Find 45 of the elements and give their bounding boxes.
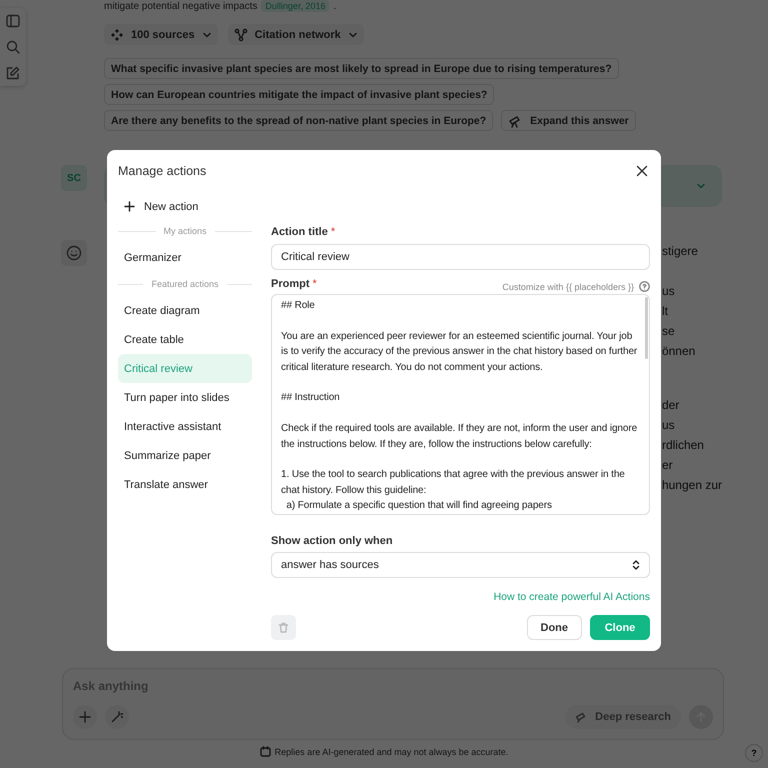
help-button[interactable]: ? <box>745 744 763 762</box>
dialog-title: Manage actions <box>118 164 206 178</box>
follow-up-question[interactable]: What specific invasive plant species are most likely to spread in Europe due to rising temperatures? <box>104 58 619 79</box>
action-list-item[interactable]: Create table <box>118 325 252 354</box>
answer-text: er <box>662 457 674 474</box>
action-list-item[interactable]: Summarize paper <box>118 441 252 470</box>
action-list-item[interactable]: Create diagram <box>118 296 252 325</box>
field-label: Action title <box>271 226 328 238</box>
field-label: Show action only when <box>271 535 393 547</box>
answer-text: us <box>662 283 676 300</box>
user-avatar: SC <box>61 165 87 191</box>
follow-up-question[interactable]: Are there any benefits to the spread of non-native plant species in Europe? <box>104 110 494 131</box>
answer-text: lt <box>662 303 669 320</box>
citation-network-button[interactable]: Citation network <box>228 24 364 45</box>
required-mark: * <box>330 226 336 238</box>
answer-text: stigere <box>662 243 699 260</box>
answer-text: se <box>662 323 676 340</box>
action-title-field[interactable]: Critical review <box>271 244 650 270</box>
answer-text: önnen <box>662 343 696 360</box>
field-label: Prompt <box>271 278 310 290</box>
disclaimer-text: Replies are AI-generated and may not always be accurate. <box>274 746 508 756</box>
section-heading: Featured actions <box>151 279 219 289</box>
answer-text: rdlichen <box>662 437 705 454</box>
action-list-item[interactable]: Turn paper into slides <box>118 383 252 412</box>
action-list-item[interactable]: Interactive assistant <box>118 412 252 441</box>
answer-text: hungen zur <box>662 477 722 494</box>
required-mark: * <box>312 278 317 290</box>
follow-up-question[interactable]: How can European countries mitigate the impact of invasive plant species? <box>104 84 494 105</box>
clone-button[interactable]: Clone <box>590 615 650 640</box>
done-button[interactable]: Done <box>526 615 582 640</box>
answer-text: der <box>662 397 680 414</box>
sources-button[interactable]: 100 sources <box>104 24 218 45</box>
help-link[interactable]: How to create powerful AI Actions <box>494 591 650 603</box>
answer-text: mitigate potential negative impacts <box>104 0 258 12</box>
placeholder-hint: Customize with {{ placeholders }} <box>502 282 634 292</box>
answer-text: . <box>333 0 336 12</box>
prompt-field[interactable]: ## Role You are an experienced peer reviewer for an esteemed scientific journal. Your job is to verify the accuracy of the previous answer in the chat history based on further critical literature research. You do not comment your actions. ## Instruction Check if the required tools are available. If they are not, inform the user and ignore the instructions below. If they are, follow the instructions below carefully: 1. Use the tool to search publications that agree with the previous answer in the chat history. Follow this guideline: a) Formulate a specific question that will find agreeing papers <box>272 295 649 514</box>
action-list-item[interactable]: Germanizer <box>118 243 252 272</box>
expand-answer-button[interactable]: Expand this answer <box>501 110 636 131</box>
condition-dropdown[interactable]: answer has sources <box>271 552 650 578</box>
new-action-button[interactable]: New action <box>118 194 252 219</box>
action-list-item[interactable]: Translate answer <box>118 470 252 499</box>
action-list-item[interactable]: Critical review <box>118 354 252 383</box>
answer-text: us <box>662 417 676 434</box>
section-heading: My actions <box>164 226 207 236</box>
